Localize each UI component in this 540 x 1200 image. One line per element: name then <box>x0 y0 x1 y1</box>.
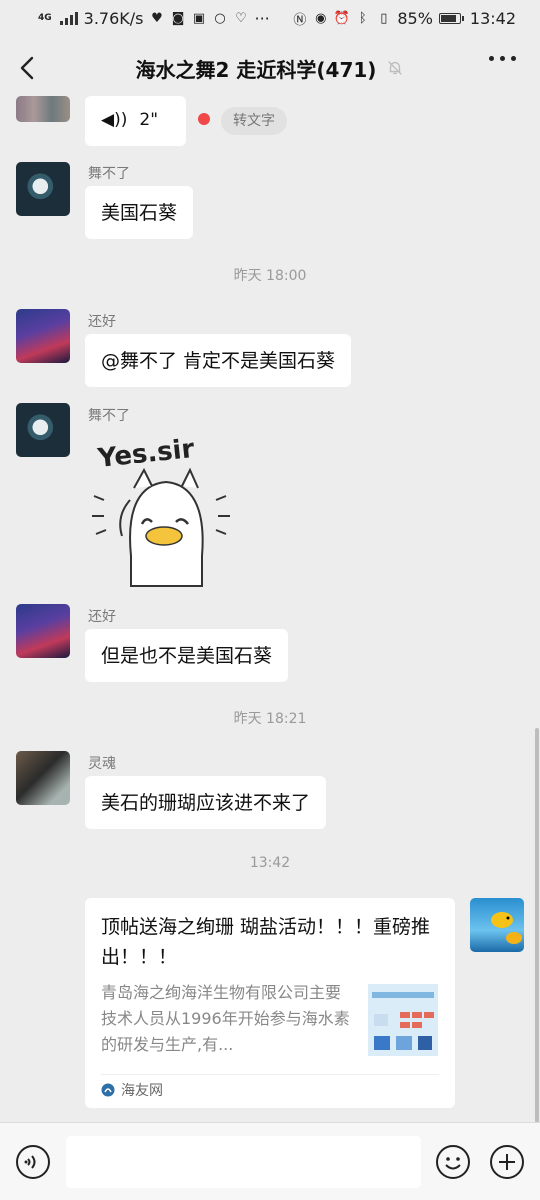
message-bubble[interactable]: 但是也不是美国石葵 <box>85 629 289 682</box>
timestamp: 昨天 18:21 <box>233 711 307 727</box>
card-source: 海友网 <box>101 1080 163 1100</box>
nfc-icon: Ⓝ <box>293 12 307 28</box>
timestamp: 13:42 <box>249 855 291 871</box>
message-bubble[interactable]: @舞不了 肯定不是美国石葵 <box>85 334 352 387</box>
more-notifications-icon: ··· <box>254 8 270 28</box>
card-divider <box>101 1074 439 1075</box>
battery-icon <box>438 12 464 24</box>
status-right: Ⓝ ◉ ⏰ ᛒ ▯ 85% 13:42 <box>292 9 516 28</box>
sender-name: 还好 <box>88 609 116 625</box>
sender-name: 舞不了 <box>88 408 130 424</box>
voice-duration: 2" <box>139 110 159 130</box>
chat-header: 海水之舞2 走近科学(471) <box>0 40 540 96</box>
screen-app-icon: ▣ <box>192 10 206 26</box>
avatar[interactable] <box>16 403 70 457</box>
message-bubble[interactable]: 美国石葵 <box>85 186 194 239</box>
sender-name: 舞不了 <box>88 166 130 182</box>
message-input[interactable] <box>66 1136 421 1188</box>
avatar[interactable] <box>16 751 70 805</box>
voice-wave-icon: ◀)) <box>101 110 128 130</box>
battery-percent: 85% <box>397 8 433 28</box>
bell-off-icon <box>388 61 403 75</box>
circle-app-icon: ○ <box>214 10 226 26</box>
chat-title: 海水之舞2 走近科学(471) <box>135 57 377 82</box>
fish-image <box>491 912 522 944</box>
card-source-name: 海友网 <box>121 1083 163 1099</box>
scrollbar[interactable] <box>535 728 539 1123</box>
avatar[interactable] <box>16 162 70 216</box>
sticker-text: Yes.sir <box>95 434 195 474</box>
my-avatar[interactable] <box>470 898 524 952</box>
convert-to-text-button[interactable]: 转文字 <box>221 107 287 135</box>
message-bubble[interactable]: 美石的珊瑚应该进不来了 <box>85 776 327 829</box>
alarm-icon: ⏰ <box>333 10 350 26</box>
voice-bubble[interactable]: ◀)) 2" <box>85 96 186 146</box>
link-card[interactable]: 顶帖送海之绚珊 瑚盐活动！！！重磅推出！！！ 青岛海之绚海洋生物有限公司主要技术… <box>85 898 455 1108</box>
card-thumbnail <box>368 984 438 1056</box>
signal-icon <box>59 11 78 25</box>
network-speed: 3.76K/s <box>83 8 144 28</box>
unread-dot <box>198 113 210 125</box>
heart-app-icon-2: ♡ <box>235 10 247 26</box>
eye-icon: ◉ <box>315 10 327 26</box>
emoji-icon[interactable] <box>435 1144 471 1180</box>
heart-app-icon: ♥ <box>151 10 163 26</box>
more-dots-icon[interactable] <box>489 56 516 61</box>
network-type: 4G <box>38 12 52 23</box>
chat-title-wrap: 海水之舞2 走近科学(471) <box>0 40 540 96</box>
input-bar <box>0 1122 540 1200</box>
notification-app-icon: ◙ <box>171 10 185 26</box>
sender-name: 还好 <box>88 314 116 330</box>
status-bar: 4G 3.76K/s ♥ ◙ ▣ ○ ♡ ··· Ⓝ ◉ ⏰ ᛒ ▯ 85% 1… <box>0 0 540 36</box>
clock: 13:42 <box>469 8 516 28</box>
avatar[interactable] <box>16 96 70 122</box>
avatar[interactable] <box>16 309 70 363</box>
timestamp: 昨天 18:00 <box>233 268 307 284</box>
card-description: 青岛海之绚海洋生物有限公司主要技术人员从1996年开始参与海水素的研发与生产,有… <box>101 983 350 1054</box>
bluetooth-icon: ᛒ <box>358 10 367 26</box>
avatar[interactable] <box>16 604 70 658</box>
voice-icon[interactable] <box>15 1144 51 1180</box>
sender-name: 灵魂 <box>88 756 116 772</box>
plus-icon[interactable] <box>489 1144 525 1180</box>
sticker-image[interactable]: Yes.sir <box>86 426 246 590</box>
card-title: 顶帖送海之绚珊 瑚盐活动！！！重磅推出！！！ <box>101 916 431 968</box>
source-logo-icon <box>101 1083 115 1097</box>
vibrate-icon: ▯ <box>380 10 388 26</box>
status-left: 4G 3.76K/s ♥ ◙ ▣ ○ ♡ ··· <box>38 9 270 28</box>
